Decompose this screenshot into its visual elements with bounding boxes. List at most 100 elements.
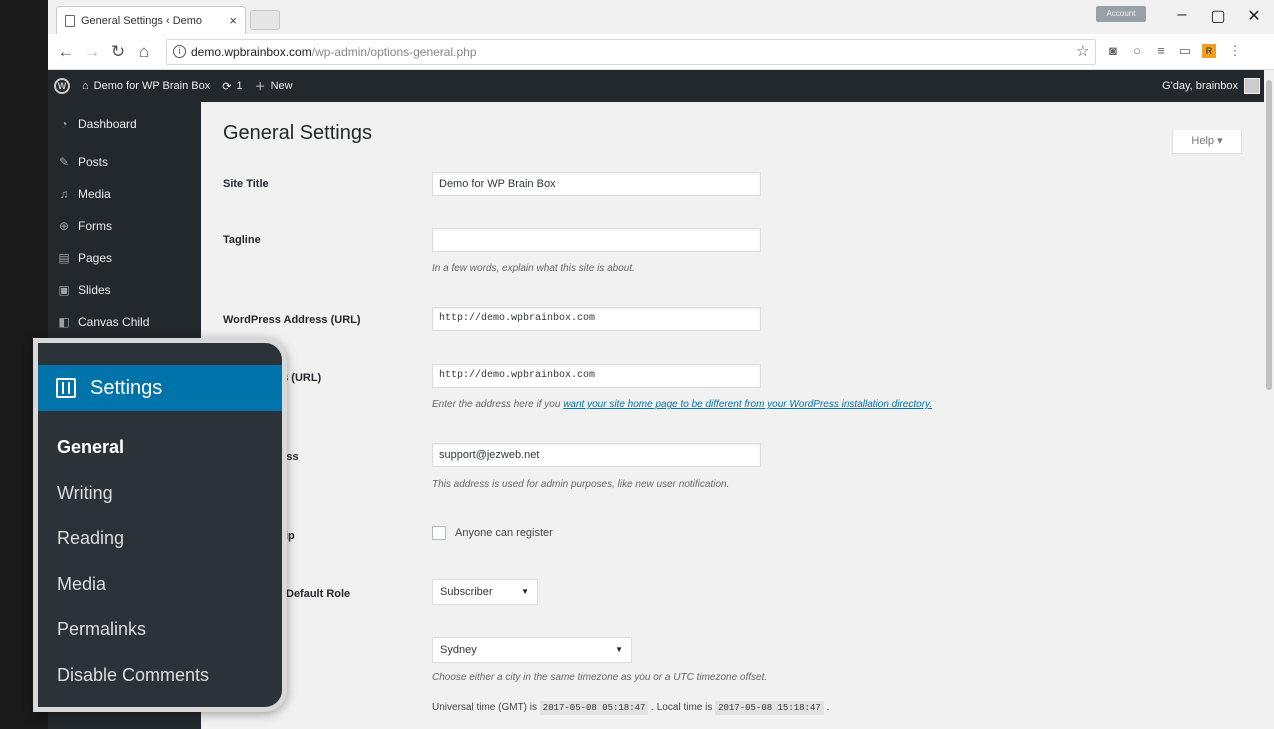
sidebar-item-posts[interactable]: ✎ Posts [48, 146, 201, 178]
updates-count: 1 [236, 80, 243, 92]
back-icon[interactable]: ← [56, 42, 76, 62]
info-icon[interactable]: i [173, 45, 186, 58]
slides-icon: ▣ [58, 283, 70, 297]
tab-close-icon[interactable]: × [229, 13, 237, 28]
default-role-label: Default Role [286, 588, 351, 600]
settings-menu-header[interactable]: Settings [38, 365, 282, 411]
settings-content: General Settings Help ▾ Site Title Demo … [201, 102, 1264, 729]
sidebar-item-label: Pages [78, 251, 113, 265]
submenu-item-media[interactable]: Media [57, 574, 106, 595]
anyone-can-register-label: Anyone can register [455, 527, 553, 539]
wp-logo-button[interactable]: W [48, 78, 76, 94]
site-address-desc-text: Enter the address here if you [432, 399, 564, 410]
timezone-description: Choose either a city in the same timezon… [432, 672, 768, 683]
settings-submenu-callout: Settings General Writing Reading Media P… [33, 338, 287, 712]
window-extension-icon[interactable]: ▭ [1178, 44, 1192, 58]
sidebar-item-forms[interactable]: ⊕ Forms [48, 210, 201, 242]
wp-admin-bar: W ⌂ Demo for WP Brain Box ⟳ 1 ＋ New G'da… [48, 70, 1264, 102]
settings-header-label: Settings [90, 376, 163, 399]
browser-toolbar: ← → ↻ ⌂ i demo.wpbrainbox.com/wp-admin/o… [48, 34, 1274, 70]
site-title-input[interactable]: Demo for WP Brain Box [432, 172, 761, 196]
close-window-icon[interactable]: ✕ [1244, 6, 1264, 26]
time-info: Universal time (GMT) is 2017-05-08 05:18… [432, 701, 829, 715]
browser-tab[interactable]: General Settings ‹ Demo × [56, 6, 246, 34]
sidebar-item-canvas-child[interactable]: ◧ Canvas Child [48, 306, 201, 338]
default-role-select[interactable]: Subscriber ▼ [432, 579, 538, 605]
new-content-link[interactable]: ＋ New [249, 78, 299, 94]
tagline-input[interactable] [432, 228, 761, 252]
tagline-label: Tagline [223, 234, 261, 246]
dashboard-icon: ◔ [60, 117, 68, 131]
new-label: New [270, 80, 293, 92]
pin-icon: ✎ [58, 155, 70, 169]
site-name-label: Demo for WP Brain Box [93, 80, 211, 92]
canvas-icon: ◧ [58, 315, 70, 329]
sidebar-item-label: Canvas Child [78, 315, 150, 329]
pages-icon: ▤ [58, 251, 70, 265]
help-button[interactable]: Help ▾ [1172, 130, 1242, 154]
new-tab-button[interactable] [250, 10, 280, 30]
maximize-icon[interactable]: ▢ [1208, 6, 1228, 26]
wordpress-address-label: WordPress Address (URL) [223, 314, 361, 326]
avatar [1244, 78, 1260, 94]
sidebar-item-label: Dashboard [78, 117, 137, 131]
site-title-label: Site Title [223, 178, 269, 190]
utc-time: 2017-05-08 05:18:47 [539, 701, 649, 715]
home-icon[interactable]: ⌂ [134, 42, 154, 62]
browser-tab-bar: General Settings ‹ Demo × Account – ▢ ✕ [48, 0, 1274, 34]
wordpress-address-input[interactable]: http://demo.wpbrainbox.com [432, 307, 761, 331]
updates-link[interactable]: ⟳ 1 [216, 80, 248, 93]
anyone-can-register-checkbox[interactable] [432, 526, 446, 540]
chevron-down-icon: ▼ [615, 645, 623, 654]
membership-option[interactable]: Anyone can register [432, 526, 553, 540]
default-role-value: Subscriber [440, 586, 493, 598]
tagline-description: In a few words, explain what this site i… [432, 263, 635, 274]
local-time: 2017-05-08 15:18:47 [715, 701, 824, 715]
address-host: demo.wpbrainbox.com [191, 45, 312, 59]
updates-icon: ⟳ [222, 80, 232, 93]
search-extension-icon[interactable]: ○ [1130, 44, 1144, 58]
submenu-item-reading[interactable]: Reading [57, 528, 124, 549]
site-address-input[interactable]: http://demo.wpbrainbox.com [432, 364, 761, 388]
wordpress-logo-icon: W [54, 78, 70, 94]
address-bar[interactable]: i demo.wpbrainbox.com/wp-admin/options-g… [166, 39, 1096, 65]
plus-icon: ＋ [254, 81, 266, 93]
site-address-description: Enter the address here if you want your … [432, 399, 932, 410]
site-address-desc-link[interactable]: want your site home page to be different… [563, 399, 932, 410]
submenu-item-general[interactable]: General [57, 437, 124, 458]
timezone-select[interactable]: Sydney ▼ [432, 637, 632, 663]
timezone-value: Sydney [440, 644, 477, 656]
settings-sliders-icon [56, 378, 76, 398]
submenu-item-disable-comments[interactable]: Disable Comments [57, 665, 209, 686]
page-title: General Settings [223, 122, 372, 144]
camera-extension-icon[interactable]: ◙ [1106, 44, 1120, 58]
submenu-item-writing[interactable]: Writing [57, 483, 113, 504]
scrollbar-thumb[interactable] [1266, 80, 1272, 390]
forms-icon: ⊕ [58, 219, 70, 233]
media-icon: ♫ [59, 187, 69, 201]
bookmark-star-icon[interactable]: ☆ [1076, 42, 1089, 60]
address-path: /wp-admin/options-general.php [311, 45, 477, 59]
home-site-icon: ⌂ [82, 80, 89, 92]
sidebar-item-slides[interactable]: ▣ Slides [48, 274, 201, 306]
site-name-link[interactable]: ⌂ Demo for WP Brain Box [76, 80, 216, 92]
email-address-input[interactable]: support@jezweb.net [432, 443, 761, 467]
minimize-icon[interactable]: – [1172, 6, 1192, 24]
forward-icon[interactable]: → [82, 42, 102, 62]
chevron-down-icon: ▼ [521, 587, 529, 596]
submenu-item-permalinks[interactable]: Permalinks [57, 619, 146, 640]
sidebar-item-pages[interactable]: ▤ Pages [48, 242, 201, 274]
email-description: This address is used for admin purposes,… [432, 479, 730, 490]
sidebar-item-media[interactable]: ♫ Media [48, 178, 201, 210]
my-account-link[interactable]: G'day, brainbox [1162, 78, 1264, 94]
tab-title: General Settings ‹ Demo [81, 14, 203, 27]
reload-icon[interactable]: ↻ [108, 42, 128, 62]
profile-button[interactable]: Account [1096, 6, 1146, 22]
page-scrollbar[interactable] [1264, 70, 1274, 729]
rv-extension-icon[interactable]: R [1202, 44, 1216, 58]
print-extension-icon[interactable]: ≡ [1154, 44, 1168, 58]
menu-dots-icon[interactable]: ⋮ [1228, 44, 1242, 58]
greeting: G'day, brainbox [1162, 80, 1238, 92]
sidebar-item-dashboard[interactable]: ◔ Dashboard [48, 108, 201, 140]
sidebar-item-label: Slides [78, 283, 111, 297]
